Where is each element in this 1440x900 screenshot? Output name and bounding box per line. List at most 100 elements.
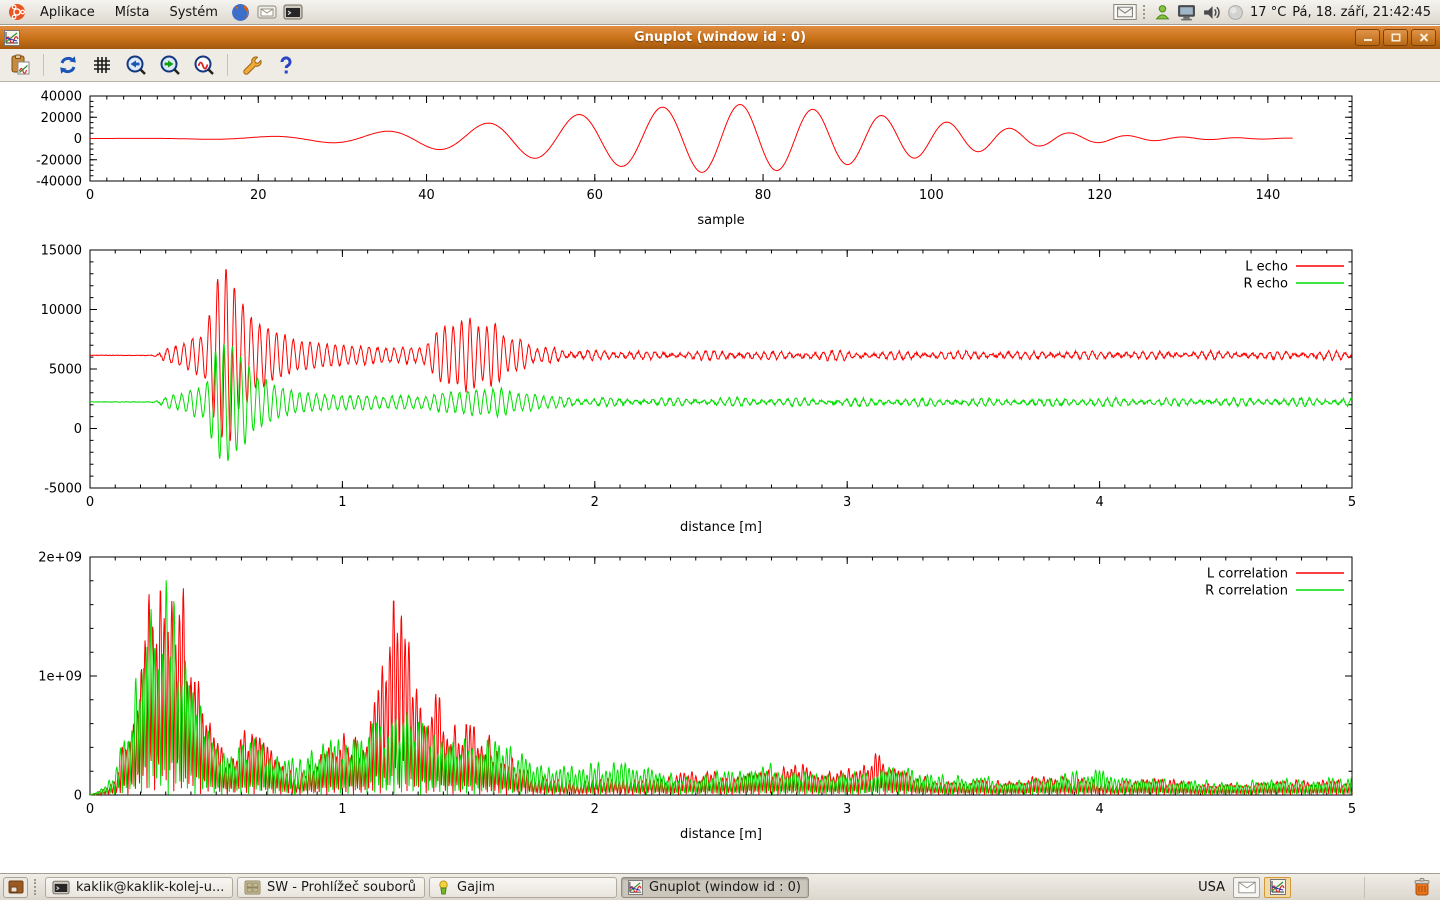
terminal-icon[interactable] [281, 1, 305, 23]
svg-text:distance [m]: distance [m] [680, 827, 762, 842]
temperature-label[interactable]: 17 °C [1250, 5, 1286, 20]
replot-button[interactable] [54, 52, 81, 79]
toolbar-separator [43, 54, 44, 76]
svg-text:2: 2 [591, 802, 599, 817]
top-panel: Aplikace Místa Systém [0, 0, 1440, 25]
taskbar-window-gajim[interactable]: Gajim [429, 877, 617, 898]
volume-icon[interactable] [1202, 4, 1221, 21]
user-icon[interactable] [1154, 4, 1171, 21]
svg-text:15000: 15000 [41, 244, 82, 259]
taskbar-window-file-manager[interactable]: SW - Prohlížeč souborů [237, 877, 425, 898]
svg-text:100: 100 [919, 188, 944, 203]
configure-button[interactable] [238, 52, 265, 79]
svg-text:0: 0 [74, 422, 82, 437]
tray-mail-icon[interactable] [1233, 877, 1260, 898]
maximize-button[interactable] [1383, 29, 1408, 46]
svg-text:60: 60 [587, 188, 604, 203]
taskbar-window-terminal[interactable]: kaklik@kaklik-kolej-u... [45, 877, 233, 898]
svg-text:0: 0 [74, 132, 82, 147]
toolbar [0, 49, 1440, 82]
clock-label[interactable]: Pá, 18. září, 21:42:45 [1292, 5, 1431, 20]
trash-icon[interactable] [1407, 875, 1437, 900]
mail-indicator-icon[interactable] [1113, 4, 1137, 20]
svg-text:0: 0 [86, 188, 94, 203]
next-zoom-button[interactable] [156, 52, 183, 79]
svg-text:5000: 5000 [49, 363, 82, 378]
svg-text:120: 120 [1087, 188, 1112, 203]
tray-gnuplot-icon[interactable] [1264, 877, 1291, 898]
svg-text:4: 4 [1095, 802, 1103, 817]
svg-text:1: 1 [338, 802, 346, 817]
svg-text:0: 0 [74, 789, 82, 804]
svg-text:-40000: -40000 [36, 175, 82, 190]
unzoom-button[interactable] [190, 52, 217, 79]
terminal-icon [52, 880, 70, 895]
svg-text:2e+09: 2e+09 [38, 551, 82, 566]
svg-text:L echo: L echo [1245, 260, 1288, 275]
toggle-grid-button[interactable] [88, 52, 115, 79]
svg-text:3: 3 [843, 495, 851, 510]
toolbar-separator [227, 54, 228, 76]
keyboard-layout-indicator[interactable]: USA [1198, 880, 1225, 895]
svg-text:10000: 10000 [41, 303, 82, 318]
places-menu[interactable]: Místa [106, 2, 159, 23]
gnuplot-icon [4, 30, 20, 46]
svg-text:1: 1 [338, 495, 346, 510]
applications-menu[interactable]: Aplikace [31, 2, 104, 23]
task-label: Gajim [457, 880, 495, 895]
task-label: SW - Prohlížeč souborů [267, 880, 416, 895]
window-controls [1355, 29, 1436, 46]
gnuplot-window: Gnuplot (window id : 0) [0, 26, 1440, 872]
correlation-chart[interactable]: 0 1 2 3 4 5 0 1e+09 2e+09 distance [m] L correlati… [0, 549, 1440, 849]
show-desktop-button[interactable] [3, 877, 28, 898]
taskbar-empty-area [1369, 877, 1403, 898]
close-button[interactable] [1411, 29, 1436, 46]
task-label: Gnuplot (window id : 0) [649, 880, 801, 895]
previous-zoom-button[interactable] [122, 52, 149, 79]
svg-text:sample: sample [697, 213, 744, 228]
taskbar-empty-area [1295, 877, 1365, 898]
taskbar-grip[interactable] [34, 879, 39, 895]
titlebar[interactable]: Gnuplot (window id : 0) [0, 26, 1440, 49]
svg-text:140: 140 [1255, 188, 1280, 203]
svg-text:80: 80 [755, 188, 772, 203]
gnuplot-icon [628, 880, 643, 895]
display-icon[interactable] [1177, 4, 1196, 21]
svg-text:3: 3 [843, 802, 851, 817]
chirp-chart[interactable]: 0 20 40 60 80 100 120 140 -40000 -20000 0 20000 4000… [0, 88, 1440, 240]
help-button[interactable] [272, 52, 299, 79]
svg-text:40000: 40000 [41, 90, 82, 105]
taskbar-window-gnuplot[interactable]: Gnuplot (window id : 0) [621, 877, 809, 898]
svg-text:R correlation: R correlation [1205, 584, 1288, 599]
svg-text:0: 0 [86, 802, 94, 817]
svg-text:20: 20 [250, 188, 267, 203]
taskbar: kaklik@kaklik-kolej-u... SW - Prohlížeč … [0, 873, 1440, 900]
svg-text:R echo: R echo [1243, 277, 1288, 292]
svg-text:-20000: -20000 [36, 153, 82, 168]
svg-text:5: 5 [1348, 802, 1356, 817]
minimize-button[interactable] [1355, 29, 1380, 46]
panel-indicators: 17 °C Pá, 18. září, 21:42:45 [1113, 4, 1435, 21]
window-title: Gnuplot (window id : 0) [0, 30, 1440, 45]
svg-text:5: 5 [1348, 495, 1356, 510]
svg-text:1e+09: 1e+09 [38, 670, 82, 685]
ubuntu-menu-logo-icon[interactable] [5, 1, 29, 23]
system-menu[interactable]: Systém [160, 2, 226, 23]
plot-area: 020406080100120140-40000-200000200004000… [0, 82, 1440, 872]
mail-icon[interactable] [255, 1, 279, 23]
gajim-icon [436, 880, 451, 895]
svg-text:40: 40 [418, 188, 435, 203]
svg-text:20000: 20000 [41, 111, 82, 126]
applet-grip[interactable] [1143, 5, 1148, 19]
svg-text:4: 4 [1095, 495, 1103, 510]
svg-text:L correlation: L correlation [1207, 567, 1288, 582]
echo-chart[interactable]: 012345-5000050001000015000distance [m]L … [0, 243, 1440, 543]
svg-text:0: 0 [86, 495, 94, 510]
svg-text:2: 2 [591, 495, 599, 510]
weather-icon[interactable] [1227, 4, 1244, 21]
task-label: kaklik@kaklik-kolej-u... [76, 880, 224, 895]
copy-plot-button[interactable] [6, 52, 33, 79]
svg-text:distance [m]: distance [m] [680, 520, 762, 535]
file-manager-icon [244, 880, 261, 895]
firefox-icon[interactable] [229, 1, 253, 23]
